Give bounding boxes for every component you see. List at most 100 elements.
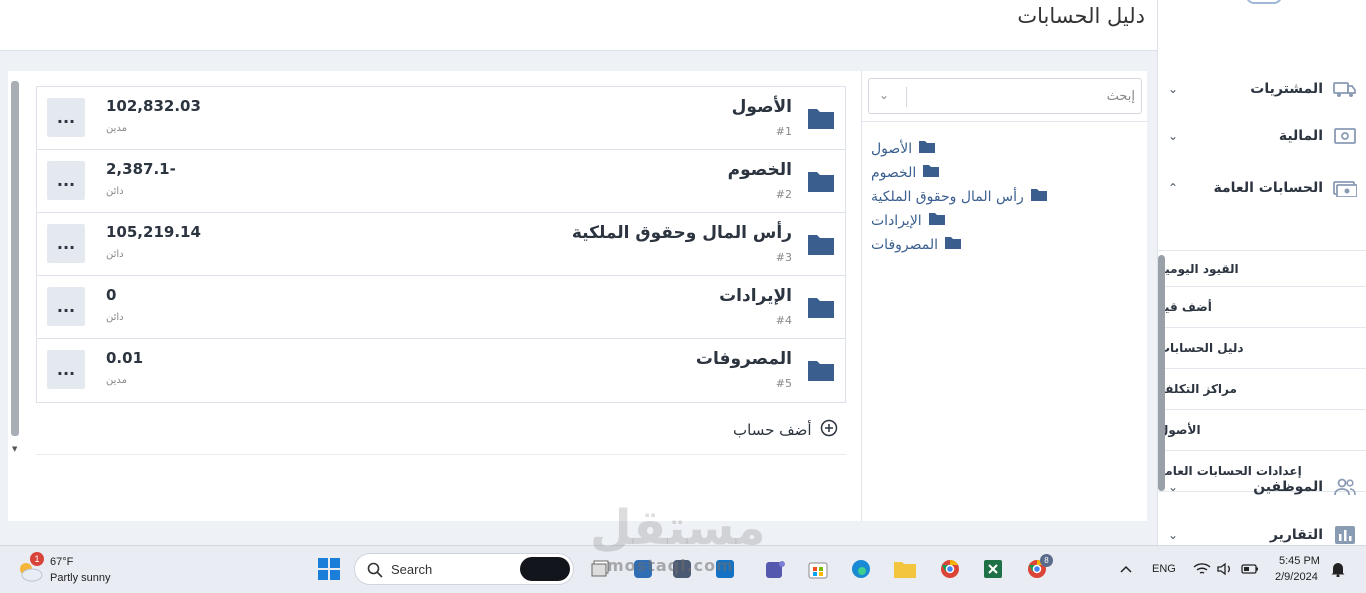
account-name[interactable]: الخصوم	[728, 160, 792, 180]
chevron-down-icon[interactable]: ⌄	[879, 88, 889, 102]
sidebar-item-employees[interactable]: الموظفين ⌄	[1158, 467, 1366, 507]
account-amount: 0.01	[106, 349, 144, 367]
taskbar-search[interactable]: Search	[354, 553, 574, 585]
watermark: مستقل	[590, 500, 766, 556]
divider	[36, 454, 846, 455]
submenu-item-daily-entries[interactable]: القيود اليومية	[1158, 251, 1366, 287]
excel-icon[interactable]	[980, 556, 1006, 582]
weather-temp: 67°F	[50, 556, 74, 568]
page-header: دليل الحسابات	[0, 0, 1157, 51]
chevron-up-icon[interactable]	[1113, 556, 1139, 582]
chrome-profile-icon[interactable]	[937, 556, 963, 582]
account-name[interactable]: الأصول	[732, 97, 792, 117]
tree-item[interactable]: الإيرادات	[871, 209, 1131, 233]
account-name[interactable]: الإيرادات	[719, 286, 792, 306]
page-title: دليل الحسابات	[1017, 4, 1145, 28]
edge-icon[interactable]	[848, 556, 874, 582]
truck-icon	[1333, 79, 1357, 99]
sidebar: المشتريات ⌄ المالية ⌄ الحسابات العامة ⌃ …	[1157, 0, 1366, 545]
chevron-down-icon: ⌄	[1168, 480, 1179, 494]
folder-icon	[1030, 188, 1048, 206]
clock-date[interactable]: 2/9/2024	[1275, 571, 1318, 583]
folder-icon	[807, 358, 835, 386]
sidebar-item-reports[interactable]: التقارير ⌄	[1158, 515, 1366, 545]
account-row[interactable]: رأس المال وحقوق الملكية #3 105,219.14 دا…	[37, 213, 845, 276]
account-type: مدين	[106, 123, 128, 134]
tree-search[interactable]: ⌄	[868, 78, 1142, 114]
chevron-down-icon: ⌄	[1168, 528, 1179, 542]
account-row[interactable]: الإيرادات #4 0 دائن ...	[37, 276, 845, 339]
account-row[interactable]: الأصول #1 102,832.03 مدين ...	[37, 87, 845, 150]
sidebar-item-label: المالية	[1278, 128, 1323, 144]
account-menu-button[interactable]: ...	[47, 287, 85, 326]
tree-item[interactable]: الخصوم	[871, 161, 1131, 185]
logo	[1246, 0, 1282, 4]
folder-icon	[944, 236, 962, 254]
account-name[interactable]: المصروفات	[696, 349, 792, 369]
content-scrollbar[interactable]	[11, 81, 19, 436]
sidebar-scrollbar[interactable]	[1158, 255, 1165, 491]
account-row[interactable]: المصروفات #5 0.01 مدين ...	[37, 339, 845, 402]
search-icon	[367, 562, 383, 582]
tree-item[interactable]: رأس المال وحقوق الملكية	[871, 185, 1131, 209]
account-menu-button[interactable]: ...	[47, 224, 85, 263]
account-amount: 2,387.1-	[106, 160, 176, 178]
folder-icon	[922, 164, 940, 182]
sidebar-item-label: المشتريات	[1250, 81, 1323, 97]
users-icon	[1333, 477, 1357, 497]
account-menu-button[interactable]: ...	[47, 98, 85, 137]
submenu-item-cost-centers[interactable]: مراكز التكلفة	[1158, 369, 1366, 410]
sidebar-item-finance[interactable]: المالية ⌄	[1158, 116, 1366, 156]
notification-bell-icon[interactable]	[1325, 556, 1351, 582]
chevron-down-icon: ⌄	[1168, 82, 1179, 96]
folder-icon	[807, 295, 835, 323]
account-amount: 102,832.03	[106, 97, 201, 115]
account-number: #1	[775, 125, 792, 138]
account-number: #5	[775, 377, 792, 390]
add-account-label: أضف حساب	[733, 421, 812, 439]
submenu-item-add-entry[interactable]: أضف قيد	[1158, 287, 1366, 328]
language-indicator[interactable]: ENG	[1152, 563, 1176, 575]
sidebar-item-label: الموظفين	[1253, 479, 1323, 495]
account-menu-button[interactable]: ...	[47, 161, 85, 200]
cash-icon	[1333, 178, 1357, 198]
sidebar-submenu: القيود اليومية أضف قيد دليل الحسابات مرا…	[1158, 250, 1366, 492]
account-type: دائن	[106, 186, 124, 197]
teams-icon[interactable]	[762, 556, 788, 582]
file-explorer-icon[interactable]	[892, 556, 918, 582]
volume-icon[interactable]	[1212, 556, 1238, 582]
tree-item[interactable]: المصروفات	[871, 233, 1131, 257]
account-number: #3	[775, 251, 792, 264]
sidebar-item-general-accounts[interactable]: الحسابات العامة ⌃	[1158, 168, 1366, 208]
account-type: مدين	[106, 375, 128, 386]
folder-icon	[807, 106, 835, 134]
account-menu-button[interactable]: ...	[47, 350, 85, 389]
account-row[interactable]: الخصوم #2 2,387.1- دائن ...	[37, 150, 845, 213]
submenu-item-assets[interactable]: الأصول	[1158, 410, 1366, 451]
weather-badge: 1	[30, 552, 44, 566]
money-icon	[1333, 126, 1357, 146]
main-content: ▼ الأصول #1 102,832.03 مدين ... الخصوم #…	[8, 71, 1148, 521]
chart-icon	[1333, 525, 1357, 545]
sidebar-item-label: الحسابات العامة	[1213, 180, 1323, 196]
folder-icon	[928, 212, 946, 230]
scroll-down-arrow-icon[interactable]: ▼	[12, 445, 17, 453]
accounts-tree: الأصول الخصوم رأس المال وحقوق الملكية ال…	[871, 137, 1131, 257]
weather-widget[interactable]: 1 67°F Partly sunny	[16, 552, 126, 588]
accounts-list: الأصول #1 102,832.03 مدين ... الخصوم #2 …	[36, 86, 846, 403]
add-account-button[interactable]: أضف حساب	[733, 419, 838, 441]
sidebar-item-purchases[interactable]: المشتريات ⌄	[1158, 69, 1366, 109]
battery-icon[interactable]	[1237, 556, 1263, 582]
account-amount: 105,219.14	[106, 223, 201, 241]
submenu-item-chart-of-accounts[interactable]: دليل الحسابات	[1158, 328, 1366, 369]
chrome-badge: 8	[1040, 554, 1053, 567]
clock-time[interactable]: 5:45 PM	[1279, 555, 1320, 567]
chevron-down-icon: ⌄	[1168, 129, 1179, 143]
tree-search-input[interactable]	[907, 85, 1135, 107]
weather-condition: Partly sunny	[50, 572, 111, 584]
account-name[interactable]: رأس المال وحقوق الملكية	[572, 223, 792, 243]
windows-start-icon[interactable]	[316, 556, 342, 582]
tree-item[interactable]: الأصول	[871, 137, 1131, 161]
taskbar-search-label: Search	[391, 562, 433, 577]
store-icon[interactable]	[805, 556, 831, 582]
